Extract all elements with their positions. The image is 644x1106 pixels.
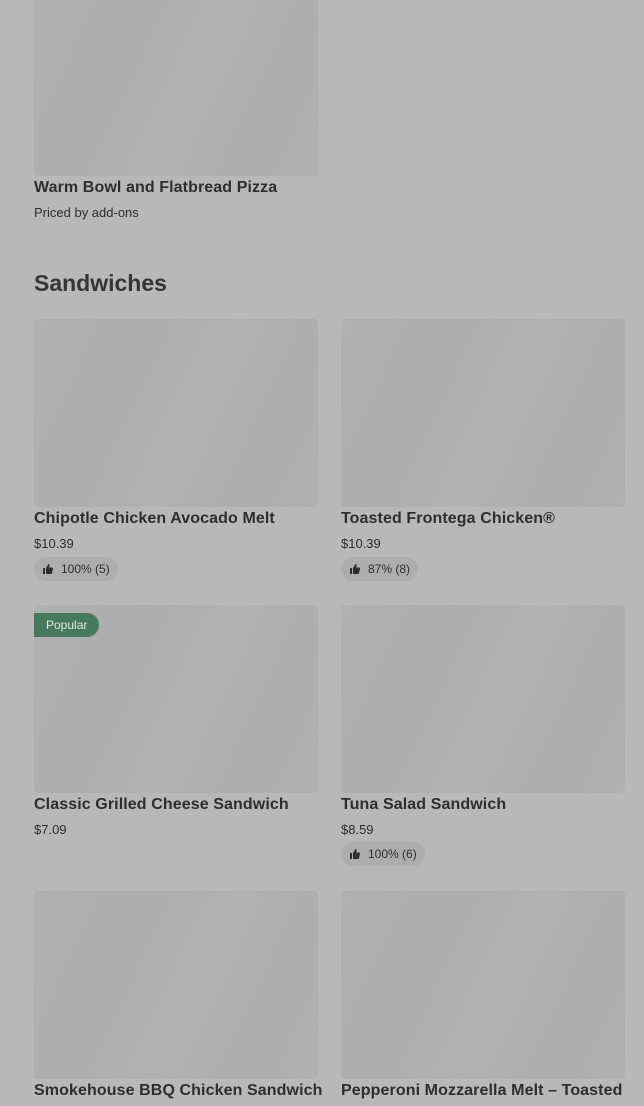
menu-page: Warm Bowl and Flatbread Pizza Priced by …	[0, 0, 644, 1106]
item-title: Toasted Frontega Chicken®	[341, 510, 556, 527]
item-title: Pepperoni Mozzarella Melt – Toasted	[341, 1082, 623, 1099]
item-price: $7.09	[34, 822, 67, 837]
item-image[interactable]	[34, 891, 318, 1079]
item-price: $10.39	[34, 536, 74, 551]
item-title: Tuna Salad Sandwich	[341, 796, 507, 813]
rating-text: 100% (6)	[368, 847, 417, 861]
item-price: $8.59	[341, 822, 374, 837]
rating-text: 87% (8)	[368, 562, 411, 576]
item-title: Warm Bowl and Flatbread Pizza	[34, 179, 278, 196]
rating-text: 100% (5)	[61, 562, 110, 576]
section-title: Sandwiches	[34, 270, 167, 296]
item-price: Priced by add-ons	[34, 205, 139, 220]
item-price: $10.39	[341, 536, 381, 551]
thumbs-up-icon	[349, 848, 361, 860]
item-image[interactable]	[34, 0, 318, 176]
item-image[interactable]	[341, 319, 625, 507]
item-image[interactable]	[34, 319, 318, 507]
item-title: Smokehouse BBQ Chicken Sandwich	[34, 1082, 323, 1099]
item-image[interactable]	[341, 605, 625, 793]
rating-pill: 100% (5)	[34, 557, 118, 581]
rating-pill: 87% (8)	[341, 557, 419, 581]
item-title: Classic Grilled Cheese Sandwich	[34, 796, 289, 813]
thumbs-up-icon	[349, 563, 361, 575]
item-image[interactable]	[341, 891, 625, 1079]
popular-badge: Popular	[34, 613, 100, 637]
thumbs-up-icon	[42, 563, 54, 575]
item-title: Chipotle Chicken Avocado Melt	[34, 510, 275, 527]
rating-pill: 100% (6)	[341, 842, 425, 866]
